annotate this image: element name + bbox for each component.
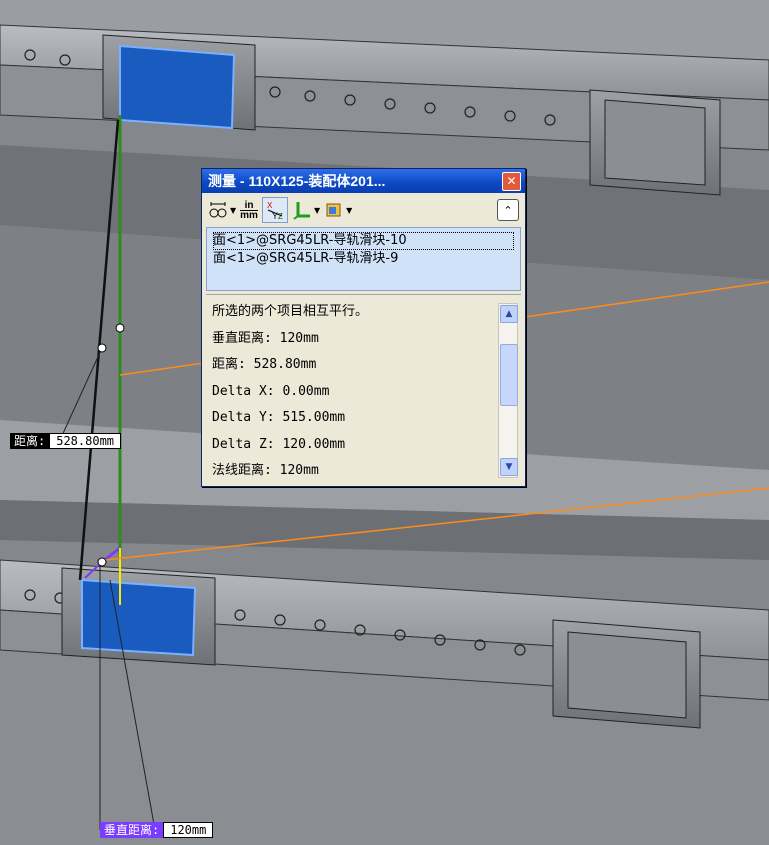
- chevron-down-icon[interactable]: ▼: [314, 206, 320, 215]
- distance-label-value: 528.80mm: [49, 433, 122, 449]
- perpendicular-label-value: 120mm: [163, 822, 214, 838]
- results-list: 所选的两个项目相互平行。 垂直距离: 120mm 距离: 528.80mm De…: [212, 299, 495, 482]
- arc-measure-icon: [209, 202, 227, 218]
- selection-item[interactable]: 面<1>@SRG45LR-导轨滑块-10: [213, 232, 514, 250]
- units-top-label: in: [244, 199, 254, 211]
- history-icon: [326, 203, 341, 217]
- result-distance: 距离: 528.80mm: [212, 357, 317, 372]
- chevron-down-icon[interactable]: ▼: [230, 206, 236, 215]
- scroll-up-button[interactable]: ▲: [500, 305, 518, 323]
- scroll-thumb[interactable]: [500, 344, 518, 406]
- collapse-button[interactable]: ⌃: [497, 199, 519, 221]
- dialog-title: 测量 - 110X125-装配体201...: [208, 173, 386, 189]
- dialog-title-bar[interactable]: 测量 - 110X125-装配体201... ✕: [202, 169, 525, 193]
- result-parallel-note: 所选的两个项目相互平行。: [212, 304, 369, 319]
- scroll-down-button[interactable]: ▼: [500, 458, 518, 476]
- result-delta-x: Delta X: 0.00mm: [212, 383, 330, 399]
- arc-circle-measurement-button[interactable]: ▼: [208, 197, 236, 223]
- results-panel: 所选的两个项目相互平行。 垂直距离: 120mm 距离: 528.80mm De…: [206, 294, 521, 482]
- svg-text:X: X: [267, 201, 273, 210]
- measure-dialog: 测量 - 110X125-装配体201... ✕ ▼ in mm X Y Z ▼…: [201, 168, 526, 487]
- distance-dimension-label[interactable]: 距离: 528.80mm: [10, 433, 122, 449]
- measure-toolbar: ▼ in mm X Y Z ▼ ▼ ⌃: [202, 193, 525, 227]
- perpendicular-dimension-label[interactable]: 垂直距离: 120mm: [100, 822, 214, 838]
- coordinate-axes-icon: [293, 202, 310, 220]
- svg-text:Z: Z: [278, 212, 283, 221]
- result-delta-z: Delta Z: 120.00mm: [212, 436, 346, 452]
- result-normal-distance: 法线距离: 120mm: [212, 463, 319, 478]
- selection-item[interactable]: 面<1>@SRG45LR-导轨滑块-9: [213, 250, 514, 268]
- point-to-point-button[interactable]: ▼: [292, 197, 320, 223]
- xyz-icon: X Y Z: [267, 201, 283, 221]
- results-scrollbar[interactable]: ▲ ▼: [498, 303, 518, 478]
- result-perpendicular-distance: 垂直距离: 120mm: [212, 330, 319, 346]
- units-bottom-label: mm: [240, 209, 258, 221]
- selection-list[interactable]: 面<1>@SRG45LR-导轨滑块-10 面<1>@SRG45LR-导轨滑块-9: [206, 227, 521, 291]
- result-delta-y: Delta Y: 515.00mm: [212, 410, 346, 425]
- close-button[interactable]: ✕: [502, 171, 521, 191]
- distance-label-key: 距离:: [10, 433, 50, 449]
- perpendicular-label-key: 垂直距离:: [100, 822, 164, 838]
- xyz-measure-button[interactable]: X Y Z: [261, 197, 288, 223]
- units-precision-button[interactable]: in mm: [240, 197, 258, 223]
- chevron-down-icon[interactable]: ▼: [346, 206, 352, 215]
- measurement-history-button[interactable]: ▼: [324, 197, 352, 223]
